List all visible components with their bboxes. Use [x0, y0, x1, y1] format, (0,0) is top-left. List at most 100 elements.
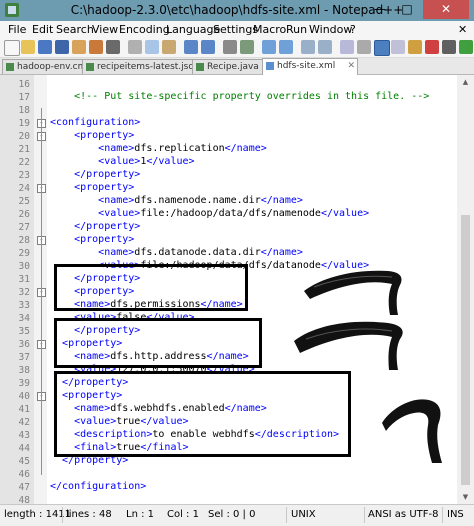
tab-recipeitems[interactable]: recipeitems-latest.json	[82, 59, 206, 74]
menu-encoding[interactable]: Encoding	[119, 23, 170, 36]
close-file-icon[interactable]	[72, 40, 86, 54]
code-token: </name>	[224, 143, 267, 154]
menu-file[interactable]: File	[8, 23, 26, 36]
user-language-icon[interactable]	[391, 40, 405, 54]
zoom-in-icon[interactable]	[262, 40, 276, 54]
cut-icon[interactable]	[128, 40, 142, 54]
code-token: </value>	[146, 156, 195, 167]
code-line: 16	[0, 78, 457, 91]
sync-h-scroll-icon[interactable]	[318, 40, 332, 54]
doc-map-icon[interactable]	[408, 40, 422, 54]
code-token: <name>	[98, 247, 135, 258]
menu-search[interactable]: Search	[56, 23, 94, 36]
show-all-chars-icon[interactable]	[357, 40, 371, 54]
zoom-out-icon[interactable]	[279, 40, 293, 54]
line-number: 21	[18, 144, 30, 155]
title-bar[interactable]: C:\hadoop-2.3.0\etc\hadoop\hdfs-site.xml…	[0, 0, 474, 21]
record-macro-icon[interactable]	[425, 40, 439, 54]
menu-help[interactable]: ?	[350, 23, 356, 36]
menu-window[interactable]: Window	[309, 23, 352, 36]
menu-run[interactable]: Run	[286, 23, 307, 36]
scroll-up-arrow-icon[interactable]: ▲	[457, 75, 474, 89]
line-number: 46	[18, 469, 30, 480]
replace-icon[interactable]	[240, 40, 254, 54]
new-file-icon[interactable]	[4, 40, 20, 56]
close-all-icon[interactable]	[89, 40, 103, 54]
status-eol: UNIX	[291, 509, 316, 520]
find-icon[interactable]	[223, 40, 237, 54]
close-button[interactable]: ✕	[423, 0, 469, 19]
code-token: dfs.namenode.name.dir	[134, 195, 261, 206]
code-line: 26 <value>file:/hadoop/data/dfs/namenode…	[0, 208, 457, 221]
line-number: 44	[18, 443, 30, 454]
status-bar: length : 1411 lines : 48 Ln : 1 Col : 1 …	[0, 504, 474, 526]
close-document-x-icon[interactable]: ✕	[458, 23, 467, 36]
code-line: 29 <name>dfs.datanode.data.dir</name>	[0, 247, 457, 260]
tab-label: recipeitems-latest.json	[97, 62, 200, 72]
code-line: 19-<configuration>	[0, 117, 457, 130]
stop-macro-icon[interactable]	[442, 40, 456, 54]
code-text: <property>	[50, 130, 134, 141]
code-text: </property>	[50, 169, 140, 180]
save-all-icon[interactable]	[55, 40, 69, 54]
menu-bar: File Edit Search View Encoding Language …	[0, 21, 474, 37]
menu-view[interactable]: View	[92, 23, 118, 36]
code-token: dfs.datanode.data.dir	[134, 247, 261, 258]
menu-settings[interactable]: Settings	[213, 23, 258, 36]
vertical-scrollbar[interactable]: ▲ ▼	[457, 75, 474, 504]
line-number: 40	[18, 391, 30, 402]
menu-macro[interactable]: Macro	[253, 23, 286, 36]
indent-guide-icon[interactable]	[374, 40, 390, 56]
line-number: 30	[18, 261, 30, 272]
scroll-thumb[interactable]	[461, 215, 470, 485]
code-token: <property>	[74, 130, 135, 141]
scroll-down-arrow-icon[interactable]: ▼	[457, 490, 474, 504]
status-mode: INS	[447, 509, 464, 520]
paste-icon[interactable]	[162, 40, 176, 54]
tab-close-icon[interactable]: ✕	[347, 59, 355, 73]
redo-icon[interactable]	[201, 40, 215, 54]
line-number: 17	[18, 92, 30, 103]
code-line: 46	[0, 468, 457, 481]
code-line: 28- <property>	[0, 234, 457, 247]
minimize-button[interactable]: —	[367, 0, 393, 19]
sync-v-scroll-icon[interactable]	[301, 40, 315, 54]
line-number: 48	[18, 495, 30, 504]
line-number: 45	[18, 456, 30, 467]
print-icon[interactable]	[106, 40, 120, 54]
code-text: <name>dfs.replication</name>	[50, 143, 267, 154]
code-text: <property>	[50, 182, 134, 193]
open-file-icon[interactable]	[21, 40, 35, 54]
code-token: <name>	[98, 143, 135, 154]
line-number: 31	[18, 274, 30, 285]
save-icon[interactable]	[38, 40, 52, 54]
code-text: <configuration>	[50, 117, 140, 128]
tab-label: Recipe.java	[207, 62, 259, 72]
maximize-button[interactable]: □	[394, 0, 420, 19]
code-token: </name>	[260, 195, 303, 206]
code-text: </property>	[50, 221, 140, 232]
code-text: <value>file:/hadoop/data/dfs/namenode</v…	[50, 208, 369, 219]
tab-hdfs-site[interactable]: hdfs-site.xml ✕	[262, 58, 358, 75]
notepadpp-window: C:\hadoop-2.3.0\etc\hadoop\hdfs-site.xml…	[0, 0, 474, 526]
line-number: 42	[18, 417, 30, 428]
play-macro-icon[interactable]	[459, 40, 473, 54]
undo-icon[interactable]	[184, 40, 198, 54]
code-token: <name>	[98, 195, 135, 206]
line-number: 29	[18, 248, 30, 259]
copy-icon[interactable]	[145, 40, 159, 54]
status-sel: Sel : 0 | 0	[208, 509, 256, 520]
status-separator	[442, 507, 443, 523]
code-line: 47 </configuration>	[0, 481, 457, 494]
menu-edit[interactable]: Edit	[32, 23, 53, 36]
code-line: 20- <property>	[0, 130, 457, 143]
file-modified-icon	[266, 62, 274, 70]
word-wrap-icon[interactable]	[340, 40, 354, 54]
code-token: dfs.replication	[134, 143, 225, 154]
code-editor[interactable]: 16 17 <!-- Put site-specific property ove…	[0, 75, 457, 504]
